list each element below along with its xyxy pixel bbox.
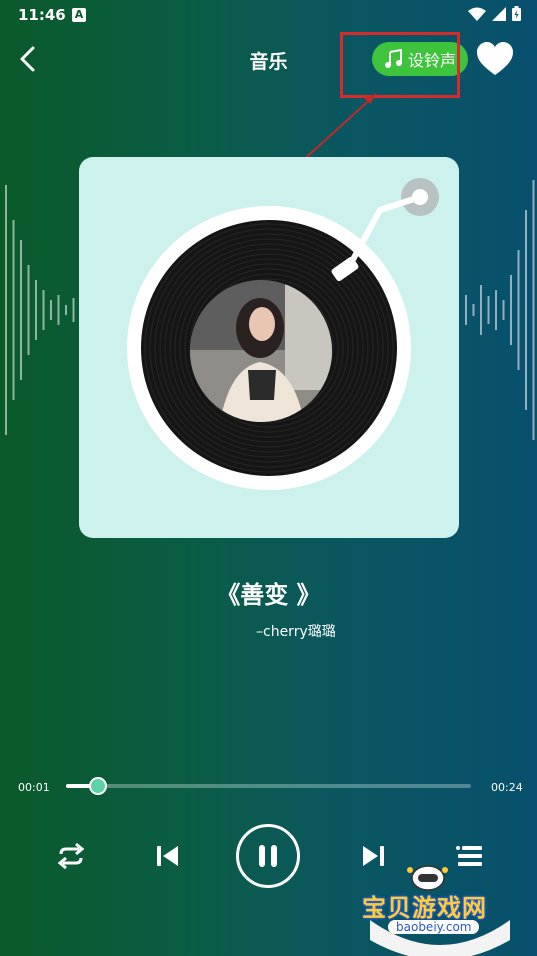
song-title: 《善变 》 <box>216 581 321 609</box>
artist-name: –cherry璐璐 <box>256 624 336 640</box>
battery-icon <box>512 6 521 21</box>
total-time: 00:24 <box>491 781 523 794</box>
watermark-url: baobeiy.com <box>388 920 480 934</box>
pause-icon <box>259 845 277 867</box>
tonearm <box>331 178 439 282</box>
progress-track[interactable] <box>66 784 471 788</box>
signal-icon <box>492 6 506 21</box>
current-time: 00:01 <box>18 781 50 794</box>
right-waveform <box>465 180 535 440</box>
wifi-icon <box>468 7 486 21</box>
left-waveform <box>5 185 75 435</box>
status-time: 11:46 <box>18 6 66 24</box>
progress-thumb[interactable] <box>88 777 107 795</box>
repeat-icon[interactable] <box>55 840 87 872</box>
pause-button[interactable] <box>236 824 300 888</box>
status-icons <box>468 6 521 21</box>
previous-icon[interactable] <box>152 840 184 872</box>
artist-portrait-image <box>190 280 332 422</box>
favorite-heart-icon[interactable] <box>476 42 514 76</box>
album-cover-photo <box>190 280 332 422</box>
watermark-brand: 宝贝游戏网 <box>362 894 487 922</box>
notification-badge: A <box>72 8 86 22</box>
